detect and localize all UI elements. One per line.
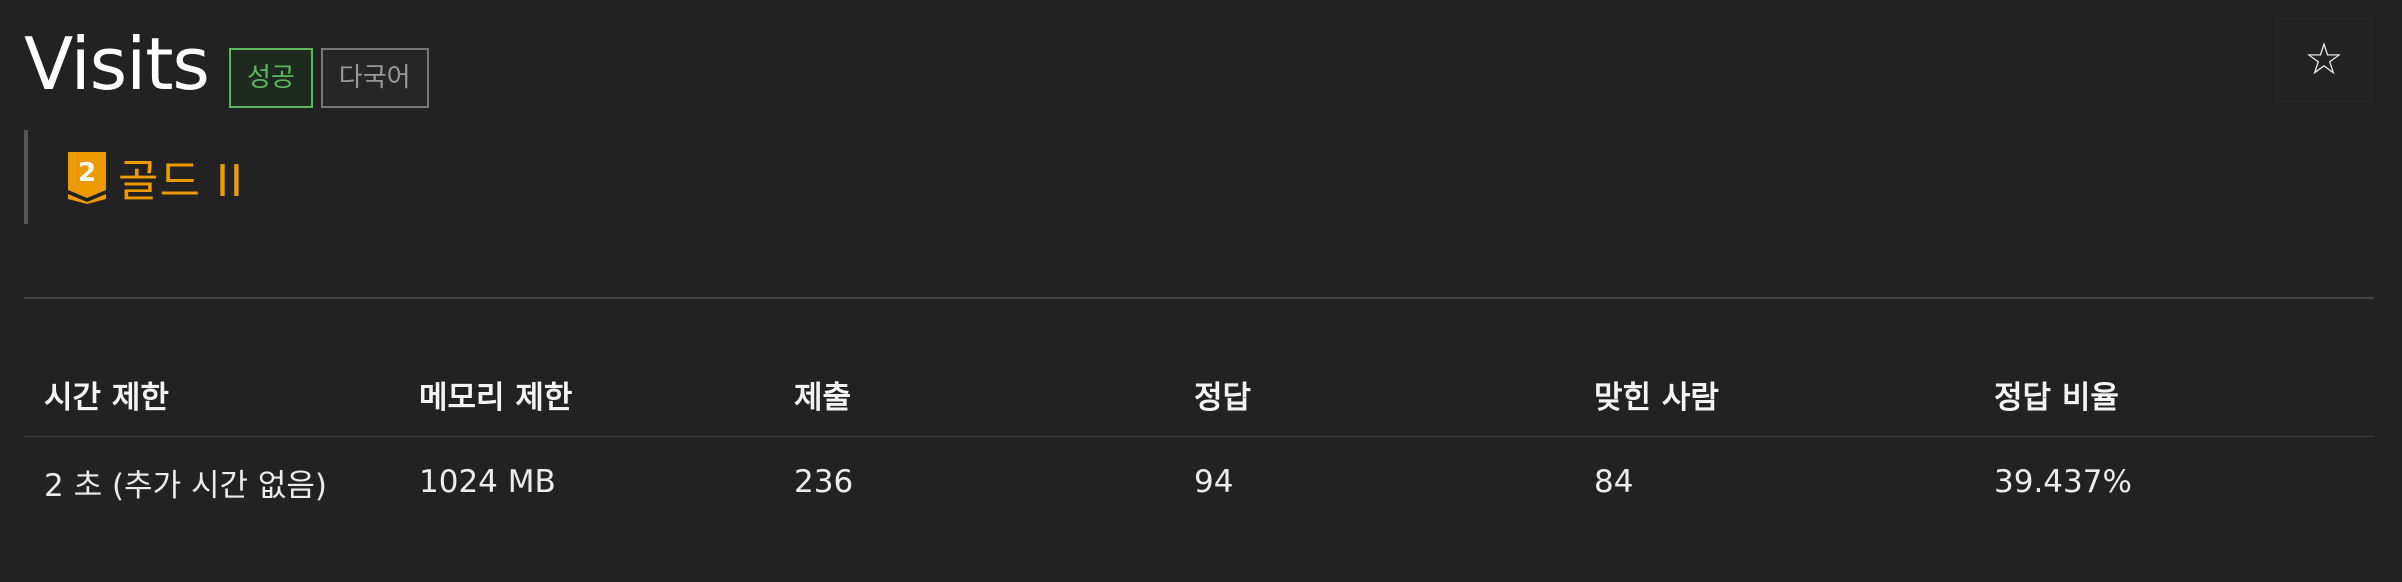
favorite-star-button[interactable]: ☆ (2276, 18, 2372, 102)
status-badge-success[interactable]: 성공 (228, 48, 313, 108)
problem-header: Visits 성공 다국어 (24, 18, 437, 110)
header-submissions: 제출 (774, 352, 1174, 437)
value-solvers: 84 (1594, 464, 1634, 500)
tier-badge-number: 2 (78, 158, 96, 188)
status-badge-multilang[interactable]: 다국어 (320, 48, 429, 108)
value-accepted: 94 (1194, 464, 1234, 500)
table-header-row: 시간 제한 메모리 제한 제출 정답 맞힌 사람 정답 비율 (24, 352, 2374, 437)
header-time-limit: 시간 제한 (24, 352, 399, 437)
header-memory-limit: 메모리 제한 (399, 352, 774, 437)
section-divider (24, 297, 2374, 299)
header-solvers: 맞힌 사람 (1574, 352, 1974, 437)
problem-page: Visits 성공 다국어 ☆ 2 골드 II 시간 제한 메모리 제한 제출 … (0, 0, 2402, 582)
star-outline-icon: ☆ (2304, 34, 2344, 85)
table-row: 2 초 (추가 시간 없음) 1024 MB 236 94 84 39.437% (24, 437, 2374, 528)
value-memory-limit: 1024 MB (419, 464, 556, 500)
header-accepted: 정답 (1174, 352, 1574, 437)
value-time-limit: 2 초 (추가 시간 없음) (44, 467, 327, 504)
header-accept-ratio: 정답 비율 (1974, 352, 2374, 437)
value-submissions: 236 (794, 464, 854, 500)
problem-info-table: 시간 제한 메모리 제한 제출 정답 맞힌 사람 정답 비율 2 초 (추가 시… (24, 352, 2374, 527)
tier-label[interactable]: 골드 II (118, 145, 244, 209)
value-accept-ratio: 39.437% (1994, 464, 2132, 500)
tier-block: 2 골드 II (24, 130, 244, 224)
problem-title: Visits (24, 22, 210, 106)
gold-tier-badge-icon: 2 (68, 152, 106, 204)
